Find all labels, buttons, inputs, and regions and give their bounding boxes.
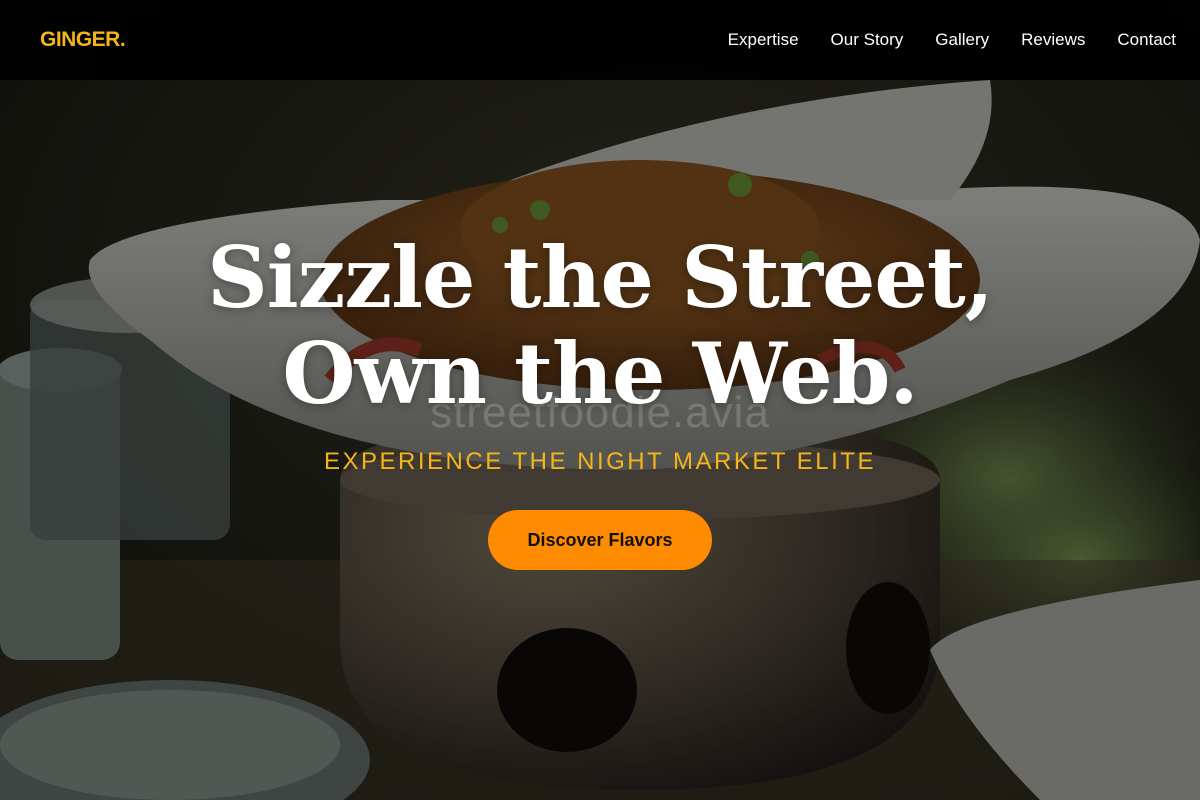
nav-link-expertise[interactable]: Expertise (728, 30, 799, 50)
hero-headline: Sizzle the Street, Own the Web. (0, 230, 1200, 422)
nav-link-reviews[interactable]: Reviews (1021, 30, 1085, 50)
brand-logo[interactable]: GINGER. (40, 28, 126, 52)
nav-link-gallery[interactable]: Gallery (935, 30, 989, 50)
discover-flavors-button[interactable]: Discover Flavors (488, 510, 712, 570)
nav-link-contact[interactable]: Contact (1117, 30, 1176, 50)
top-navigation-bar: GINGER. Expertise Our Story Gallery Revi… (0, 0, 1200, 80)
hero-headline-line-2: Own the Web. (282, 324, 918, 423)
hero-tagline: EXPERIENCE THE NIGHT MARKET ELITE (324, 448, 876, 475)
nav-links: Expertise Our Story Gallery Reviews Cont… (696, 30, 1176, 50)
hero-headline-line-1: Sizzle the Street, (207, 228, 994, 327)
nav-link-our-story[interactable]: Our Story (831, 30, 904, 50)
